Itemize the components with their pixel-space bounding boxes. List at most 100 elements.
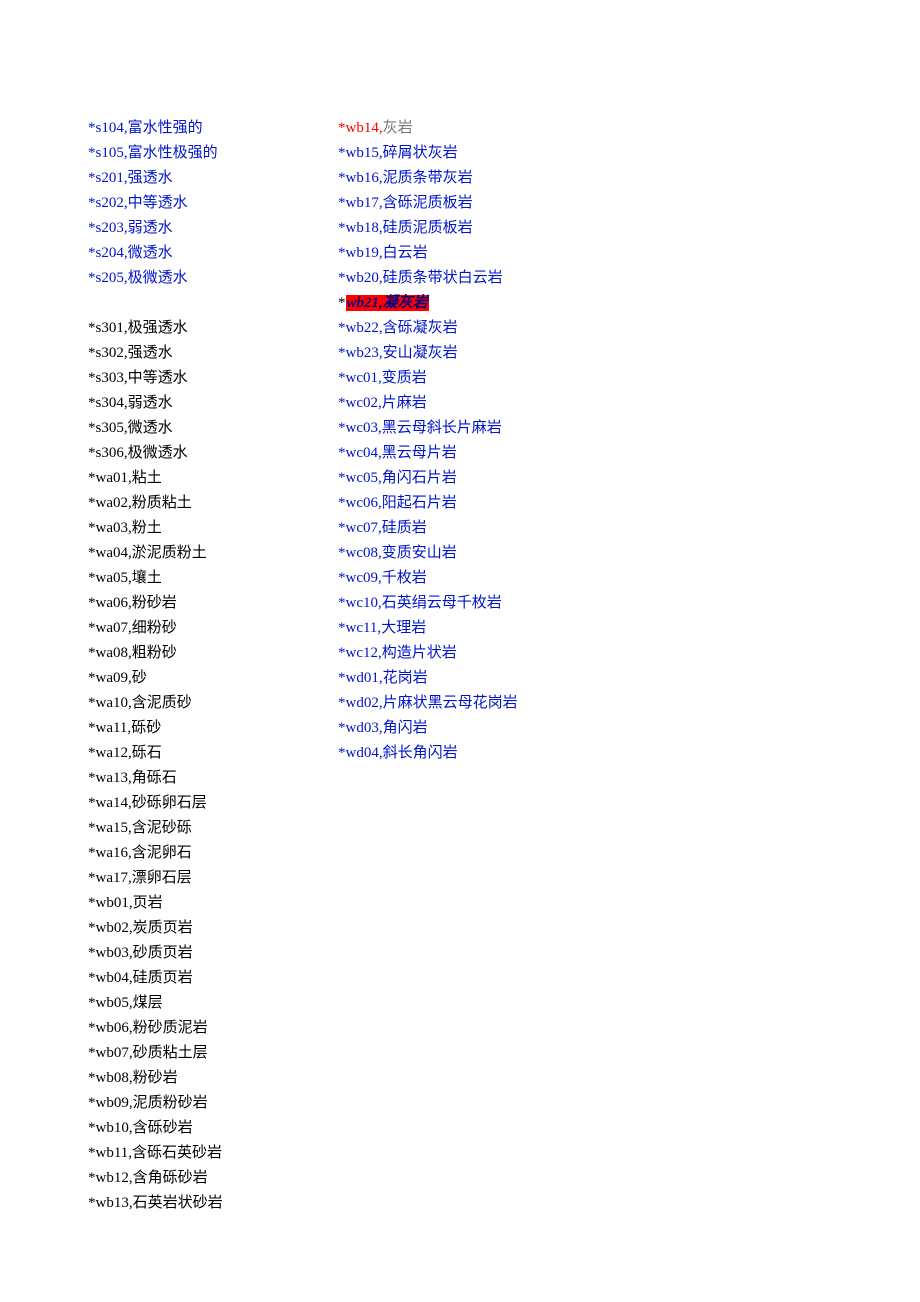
column-left-row: *wb07,砂质粘土层 — [88, 1041, 338, 1066]
entry-label: 砂质页岩 — [133, 945, 193, 961]
entry-label: 粗粉砂 — [132, 645, 177, 661]
entry-label: 细粉砂 — [132, 620, 177, 636]
entry-code: *wc03, — [338, 420, 382, 436]
column-left-row: *wb06,粉砂质泥岩 — [88, 1016, 338, 1041]
entry-label: 壤土 — [132, 570, 162, 586]
entry-label: 片麻状黑云母花岗岩 — [383, 695, 518, 711]
column-left-row: *wa16,含泥卵石 — [88, 841, 338, 866]
column-left-row: *wa12,砾石 — [88, 741, 338, 766]
column-left-row: *wa11,砾砂 — [88, 716, 338, 741]
entry-label: 中等透水 — [128, 370, 188, 386]
entry-code: *wc10, — [338, 595, 382, 611]
entry-code: *wb15, — [338, 145, 383, 161]
entry-label: 硅质条带状白云岩 — [383, 270, 503, 286]
entry-label: 页岩 — [133, 895, 163, 911]
entry-code: *wb20, — [338, 270, 383, 286]
entry-label: 砾砂 — [131, 720, 161, 736]
column-right-row: *wc03,黑云母斜长片麻岩 — [338, 416, 618, 441]
columns: *s104,富水性强的*s105,富水性极强的*s201,强透水*s202,中等… — [88, 116, 870, 1216]
entry-code: *s304, — [88, 395, 128, 411]
column-right-row: *wb20,硅质条带状白云岩 — [338, 266, 618, 291]
entry-label: 煤层 — [133, 995, 163, 1011]
entry-label: 千枚岩 — [382, 570, 427, 586]
column-left-row: *wb09,泥质粉砂岩 — [88, 1091, 338, 1116]
entry-code: *wb17, — [338, 195, 383, 211]
entry-code: *s201, — [88, 170, 128, 186]
entry-code: *wb18, — [338, 220, 383, 236]
column-right-row: *wd02,片麻状黑云母花岗岩 — [338, 691, 618, 716]
entry-label: 含泥砂砾 — [132, 820, 192, 836]
column-right-row: *wc12,构造片状岩 — [338, 641, 618, 666]
entry-label: 中等透水 — [128, 195, 188, 211]
entry-code: *wa09, — [88, 670, 132, 686]
column-left-row: *wa08,粗粉砂 — [88, 641, 338, 666]
entry-code: *wa14, — [88, 795, 132, 811]
entry-label: 构造片状岩 — [382, 645, 457, 661]
entry-code: *wa06, — [88, 595, 132, 611]
entry-code: *s302, — [88, 345, 128, 361]
entry-label: 强透水 — [128, 170, 173, 186]
entry-label: 粉砂质泥岩 — [133, 1020, 208, 1036]
column-right-row: *wb17,含砾泥质板岩 — [338, 191, 618, 216]
column-left-row: *s204,微透水 — [88, 241, 338, 266]
entry-label: 极微透水 — [128, 445, 188, 461]
column-left-row: *wb05,煤层 — [88, 991, 338, 1016]
column-right-row: *wb22,含砾凝灰岩 — [338, 316, 618, 341]
column-right-row: *wc01,变质岩 — [338, 366, 618, 391]
entry-label: 含砾凝灰岩 — [383, 320, 458, 336]
entry-label: 硅质泥质板岩 — [383, 220, 473, 236]
entry-label: 阳起石片岩 — [382, 495, 457, 511]
column-left-row: *wa02,粉质粘土 — [88, 491, 338, 516]
column-left-row — [88, 291, 338, 316]
entry-code: *wb03, — [88, 945, 133, 961]
entry-label: 强透水 — [128, 345, 173, 361]
entry-code: *wa01, — [88, 470, 132, 486]
column-left-row: *wa09,砂 — [88, 666, 338, 691]
entry-code: *wb16, — [338, 170, 383, 186]
entry-label: 碎屑状灰岩 — [383, 145, 458, 161]
entry-code: *wa08, — [88, 645, 132, 661]
entry-code: *wb22, — [338, 320, 383, 336]
entry-label: 含砾泥质板岩 — [383, 195, 473, 211]
column-right-row: *wb14,灰岩 — [338, 116, 618, 141]
entry-code: *wc08, — [338, 545, 382, 561]
entry-label: 花岗岩 — [383, 670, 428, 686]
column-right-row: *wc04,黑云母片岩 — [338, 441, 618, 466]
entry-code: *s305, — [88, 420, 128, 436]
entry-code: *wb13, — [88, 1195, 133, 1211]
entry-label: 砾石 — [132, 745, 162, 761]
entry-label: 黑云母斜长片麻岩 — [382, 420, 502, 436]
entry-label: 硅质页岩 — [133, 970, 193, 986]
entry-code: *wc09, — [338, 570, 382, 586]
entry-label: 灰岩 — [383, 120, 413, 136]
asterisk-prefix: * — [338, 295, 346, 311]
column-left-row: *wb11,含砾石英砂岩 — [88, 1141, 338, 1166]
entry-code: *wc11, — [338, 620, 381, 636]
entry-label: 粉砂岩 — [132, 595, 177, 611]
entry-label: 含砾石英砂岩 — [132, 1145, 222, 1161]
column-left-row: *s306,极微透水 — [88, 441, 338, 466]
entry-label: 淤泥质粉土 — [132, 545, 207, 561]
column-right-row: *wb19,白云岩 — [338, 241, 618, 266]
highlighted-entry: wb21,凝灰岩 — [346, 295, 429, 311]
column-left-row: *wb02,炭质页岩 — [88, 916, 338, 941]
entry-label: 白云岩 — [383, 245, 428, 261]
column-right-row: *wc05,角闪石片岩 — [338, 466, 618, 491]
column-right-row: *wc09,千枚岩 — [338, 566, 618, 591]
entry-code: *wc05, — [338, 470, 382, 486]
entry-label: 弱透水 — [128, 220, 173, 236]
entry-label: 泥质粉砂岩 — [133, 1095, 208, 1111]
column-left-row: *wb08,粉砂岩 — [88, 1066, 338, 1091]
entry-label: 变质岩 — [382, 370, 427, 386]
entry-label: 角闪石片岩 — [382, 470, 457, 486]
entry-code: *s204, — [88, 245, 128, 261]
entry-label: 角闪岩 — [383, 720, 428, 736]
entry-code: *wc07, — [338, 520, 382, 536]
column-left-row: *s201,强透水 — [88, 166, 338, 191]
column-right-row: *wb23,安山凝灰岩 — [338, 341, 618, 366]
entry-label: 含角砾砂岩 — [133, 1170, 208, 1186]
entry-code: *wa03, — [88, 520, 132, 536]
entry-label: 粉土 — [132, 520, 162, 536]
entry-code: *wa16, — [88, 845, 132, 861]
entry-code: *wb10, — [88, 1120, 133, 1136]
